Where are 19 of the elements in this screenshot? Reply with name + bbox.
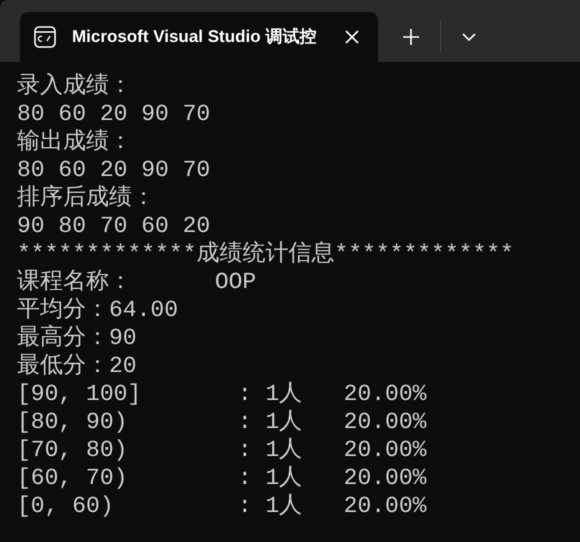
console-line: 最高分：90 [17,324,138,352]
console-line: *************成绩统计信息************* [17,240,515,268]
console-line: [0, 60) : 1人 20.00% [17,492,428,520]
console-line: 录入成绩： [17,72,133,100]
console-line: 输出成绩： [17,128,133,156]
console-line: 80 60 20 90 70 [17,100,212,128]
console-line: [60, 70) : 1人 20.00% [17,464,428,492]
console-line: [80, 90) : 1人 20.00% [17,408,428,436]
console-line: [70, 80) : 1人 20.00% [17,436,428,464]
console-line: 90 80 70 60 20 [17,212,212,240]
console-line: 80 60 20 90 70 [17,156,212,184]
console-line: 最低分：20 [17,352,138,380]
console-line: 平均分：64.00 [17,296,180,324]
close-icon [344,29,360,45]
console-line: [90, 100] : 1人 20.00% [17,380,428,408]
terminal-icon [34,26,56,48]
plus-icon [402,28,420,46]
console-line: 课程名称： OOP [17,268,258,296]
console-line: 排序后成绩： [17,184,156,212]
